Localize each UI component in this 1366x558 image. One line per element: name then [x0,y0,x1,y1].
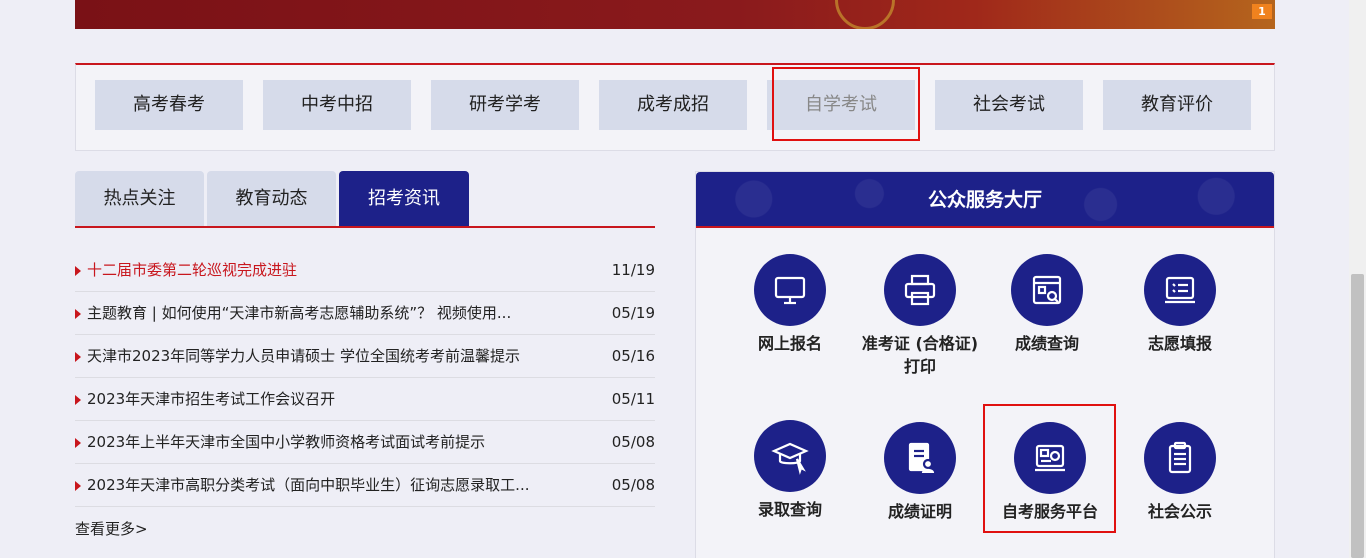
service-label: 成绩查询 [1014,334,1079,353]
service-volunteer-filling[interactable]: 志愿填报 [1115,254,1245,355]
scrollbar-thumb[interactable] [1351,274,1364,558]
news-item[interactable]: 2023年上半年天津市全国中小学教师资格考试面试考前提示 05/08 [75,421,655,464]
news-title[interactable]: 主题教育 | 如何使用“天津市新高考志愿辅助系统”？ 视频使用... [87,292,567,335]
service-score-certificate[interactable]: 成绩证明 [855,422,985,523]
tab-education-news[interactable]: 教育动态 [207,171,336,226]
page-scrollbar[interactable] [1349,0,1366,558]
bullet-arrow-icon [75,438,81,448]
news-date: 05/16 [611,347,655,365]
news-title[interactable]: 2023年上半年天津市全国中小学教师资格考试面试考前提示 [87,421,567,464]
service-score-query[interactable]: 成绩查询 [982,254,1112,355]
service-label: 录取查询 [757,500,822,519]
news-date: 05/08 [611,433,655,451]
score-query-icon [1011,254,1083,326]
service-admission-ticket-print[interactable]: 准考证 (合格证) 打印 [855,254,985,378]
highlight-box-self-study-platform [983,404,1116,533]
news-date: 05/19 [611,304,655,322]
news-title[interactable]: 2023年天津市高职分类考试（面向中职毕业生）征询志愿录取工... [87,464,567,507]
category-yankao[interactable]: 研考学考 [431,80,579,130]
news-title[interactable]: 十二届市委第二轮巡视完成进驻 [87,249,567,292]
news-date: 11/19 [611,261,655,279]
category-nav: 高考春考 中考中招 研考学考 成考成招 自学考试 社会考试 教育评价 [75,63,1275,151]
service-hall-title: 公众服务大厅 [696,172,1274,228]
graduation-cap-icon [754,420,826,492]
tab-hot-topics[interactable]: 热点关注 [75,171,204,226]
news-date: 05/11 [611,390,655,408]
service-online-registration[interactable]: 网上报名 [725,254,855,355]
bullet-arrow-icon [75,266,81,276]
banner-page-badge[interactable]: 1 [1252,4,1272,19]
service-public-notice[interactable]: 社会公示 [1115,422,1245,523]
service-label: 志愿填报 [1147,334,1212,353]
category-social-exam[interactable]: 社会考试 [935,80,1083,130]
service-label: 准考证 (合格证) 打印 [861,334,979,376]
service-admission-query[interactable]: 录取查询 [725,420,855,521]
top-banner[interactable]: 1 [75,0,1275,29]
bullet-arrow-icon [75,352,81,362]
checklist-icon [1144,254,1216,326]
news-list: 十二届市委第二轮巡视完成进驻 11/19 主题教育 | 如何使用“天津市新高考志… [75,249,655,507]
news-item[interactable]: 十二届市委第二轮巡视完成进驻 11/19 [75,249,655,292]
news-title[interactable]: 天津市2023年同等学力人员申请硕士 学位全国统考考前温馨提示 [87,335,567,378]
news-item[interactable]: 主题教育 | 如何使用“天津市新高考志愿辅助系统”？ 视频使用... 05/19 [75,292,655,335]
view-more-link[interactable]: 查看更多> [75,518,148,539]
clipboard-icon [1144,422,1216,494]
service-label: 社会公示 [1147,502,1212,521]
bullet-arrow-icon [75,395,81,405]
news-item[interactable]: 天津市2023年同等学力人员申请硕士 学位全国统考考前温馨提示 05/16 [75,335,655,378]
service-label: 网上报名 [757,334,822,353]
category-gaokao[interactable]: 高考春考 [95,80,243,130]
news-item[interactable]: 2023年天津市高职分类考试（面向中职毕业生）征询志愿录取工... 05/08 [75,464,655,507]
bullet-arrow-icon [75,309,81,319]
service-label: 成绩证明 [887,502,952,521]
category-education-evaluation[interactable]: 教育评价 [1103,80,1251,130]
news-title[interactable]: 2023年天津市招生考试工作会议召开 [87,378,567,421]
tab-admissions-info[interactable]: 招考资讯 [339,171,469,226]
certificate-icon [884,422,956,494]
news-item[interactable]: 2023年天津市招生考试工作会议召开 05/11 [75,378,655,421]
printer-icon [884,254,956,326]
news-date: 05/08 [611,476,655,494]
highlight-box-self-study [772,67,920,141]
news-tabs: 热点关注 教育动态 招考资讯 [75,171,655,228]
bullet-arrow-icon [75,481,81,491]
category-chengkao[interactable]: 成考成招 [599,80,747,130]
emblem-decoration [835,0,895,29]
category-zhongkao[interactable]: 中考中招 [263,80,411,130]
monitor-icon [754,254,826,326]
